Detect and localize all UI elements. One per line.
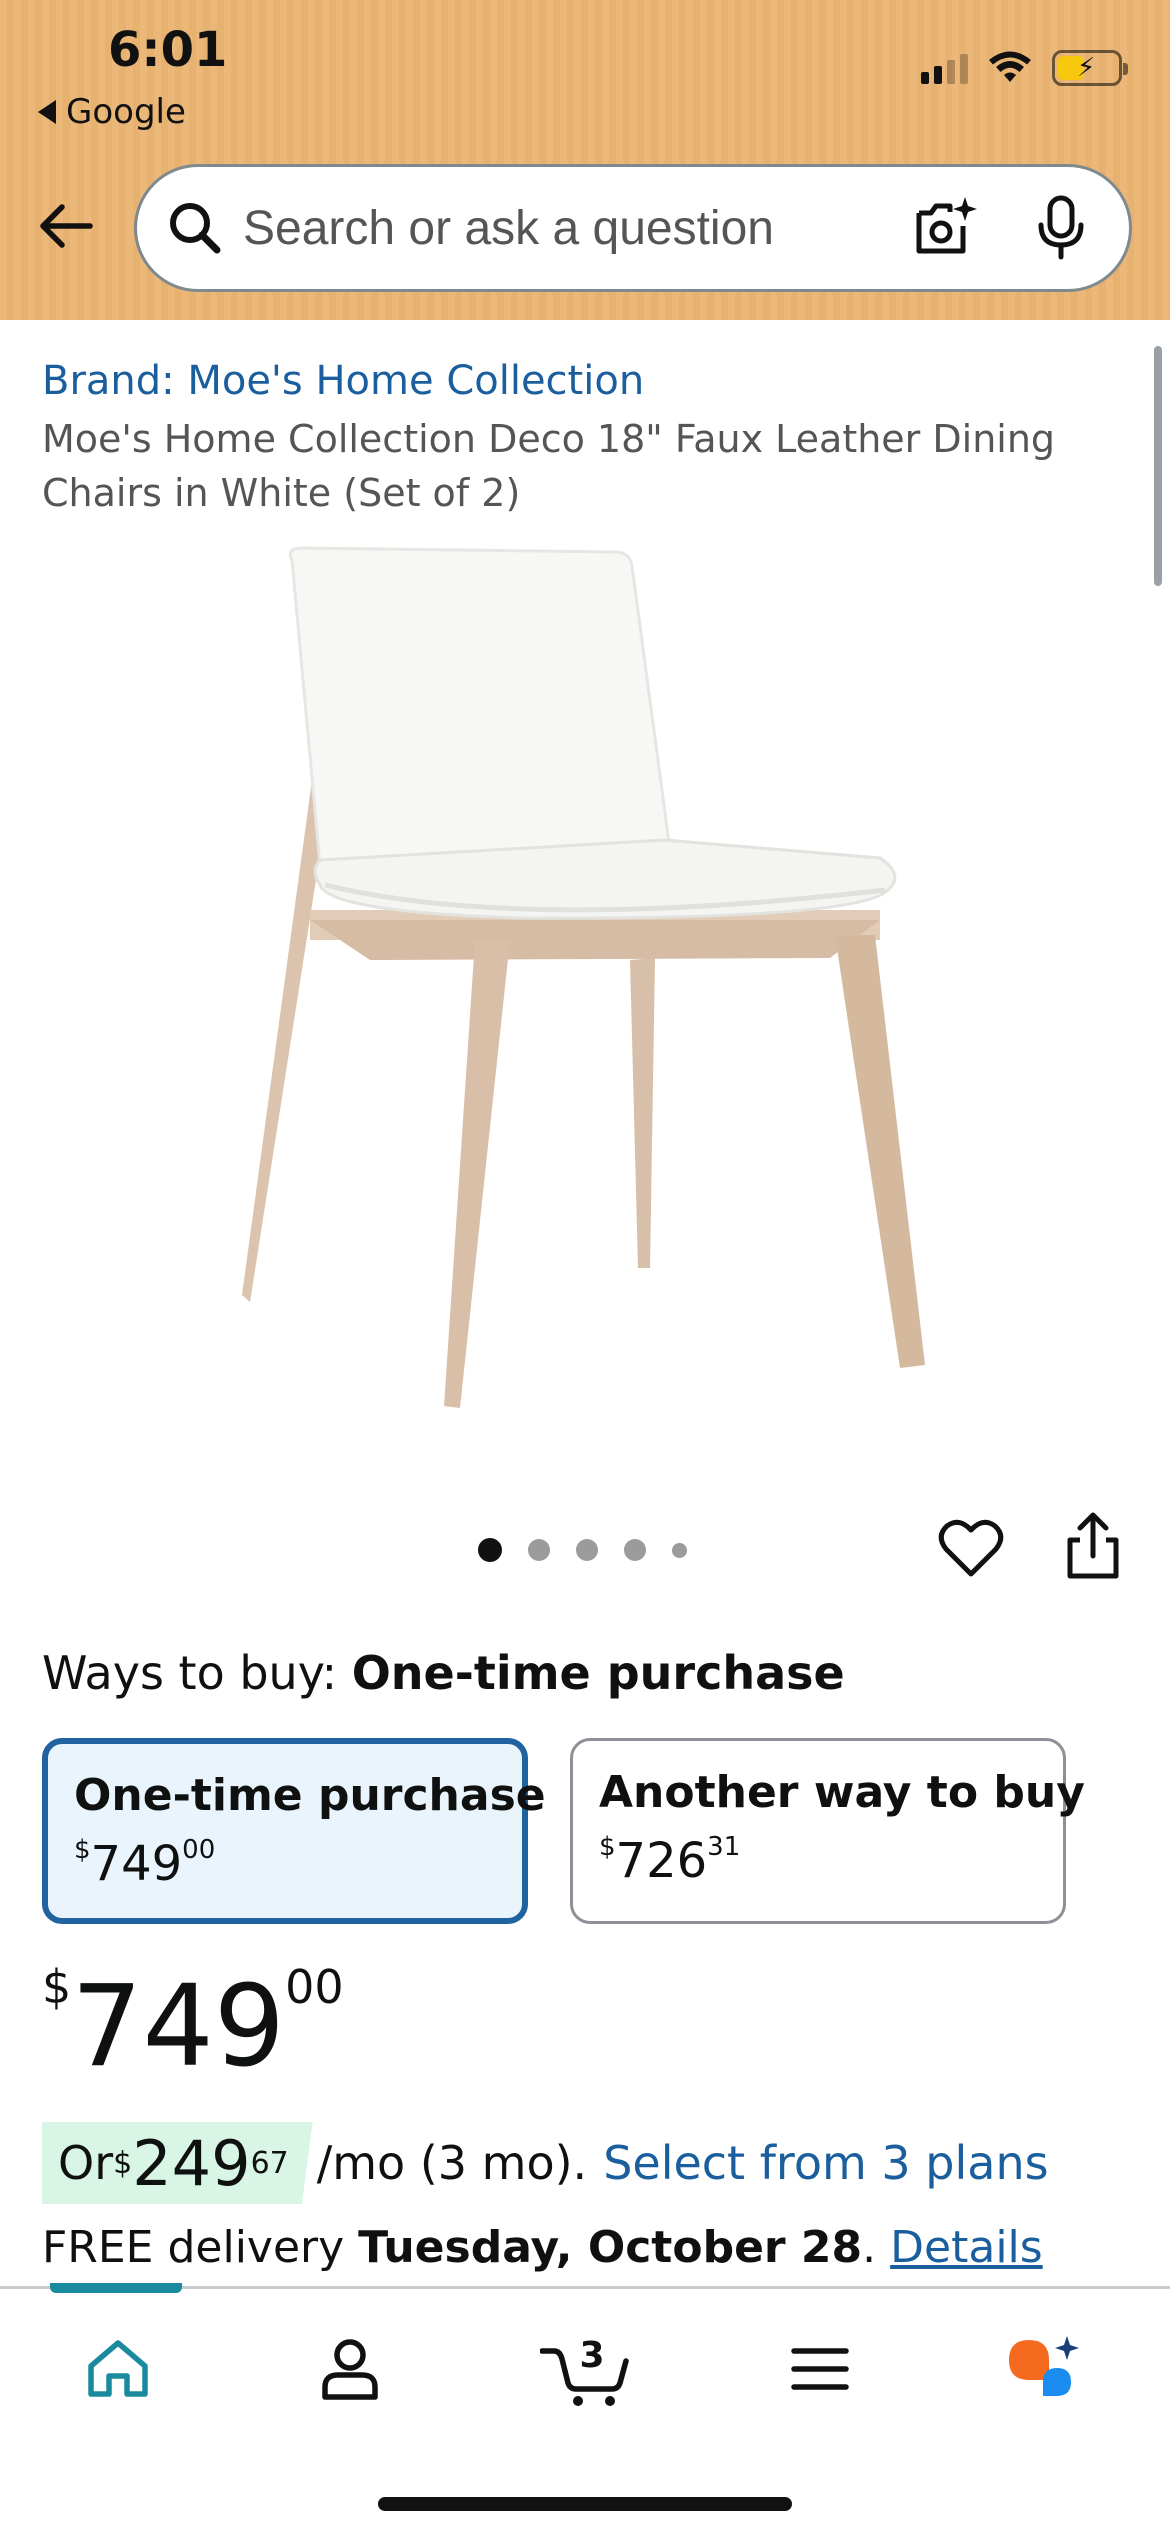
carousel-dot[interactable] xyxy=(576,1539,598,1561)
select-plans-link[interactable]: Select from 3 plans xyxy=(603,2136,1048,2190)
carousel-dot[interactable] xyxy=(528,1539,550,1561)
heart-icon[interactable] xyxy=(938,1516,1004,1582)
back-app-label: Google xyxy=(66,92,186,132)
battery-icon: ⚡ xyxy=(1052,50,1128,86)
home-indicator xyxy=(378,2497,792,2511)
header: 6:01 Google ⚡ xyxy=(0,0,1170,320)
home-icon xyxy=(88,2340,148,2397)
option-label: Another way to buy xyxy=(599,1767,1085,1818)
delivery-info: FREE delivery Tuesday, October 28. Detai… xyxy=(42,2222,1043,2273)
carousel-dot[interactable] xyxy=(478,1538,502,1562)
bottom-nav: 3 xyxy=(0,2283,1170,2532)
installment-offer: Or $249 67 /mo (3 mo). Select from 3 plan… xyxy=(42,2122,1049,2204)
back-triangle-icon xyxy=(38,100,56,124)
installment-price-badge: Or $249 67 xyxy=(42,2122,313,2204)
active-tab-indicator xyxy=(50,2283,182,2293)
carousel-dot[interactable] xyxy=(672,1542,687,1558)
back-to-app-link[interactable]: Google xyxy=(38,92,186,132)
nav-menu[interactable] xyxy=(780,2329,860,2409)
nav-rufus[interactable] xyxy=(1005,2329,1085,2409)
scrollbar[interactable] xyxy=(1154,346,1162,586)
share-icon[interactable] xyxy=(1062,1512,1124,1582)
one-time-purchase-option[interactable]: One-time purchase $74900 xyxy=(42,1738,546,1924)
account-icon xyxy=(322,2339,378,2400)
image-carousel-dots[interactable] xyxy=(478,1538,687,1562)
option-price: $74900 xyxy=(74,1835,216,1892)
microphone-icon[interactable] xyxy=(1033,195,1089,261)
camera-search-icon[interactable] xyxy=(913,195,979,261)
status-indicators: ⚡ xyxy=(921,50,1128,86)
installment-term: /mo (3 mo). xyxy=(316,2136,588,2190)
product-image-chair[interactable] xyxy=(220,540,940,1440)
another-way-to-buy-option[interactable]: Another way to buy $72631 xyxy=(570,1738,1085,1924)
option-price: $72631 xyxy=(599,1832,741,1889)
option-label: One-time purchase xyxy=(74,1770,546,1821)
back-arrow-icon[interactable] xyxy=(36,196,96,256)
product-title: Moe's Home Collection Deco 18" Faux Leat… xyxy=(42,417,1056,515)
rufus-ai-icon xyxy=(1009,2336,1079,2396)
product-price: $74900 xyxy=(42,1960,344,2092)
brand-link[interactable]: Brand: Moe's Home Collection xyxy=(42,358,644,404)
delivery-details-link[interactable]: Details xyxy=(890,2222,1043,2273)
delivery-date: Tuesday, October 28 xyxy=(358,2222,863,2273)
search-bar[interactable] xyxy=(134,164,1132,292)
search-icon xyxy=(170,203,221,254)
wifi-icon xyxy=(989,51,1031,82)
search-input[interactable] xyxy=(243,200,913,256)
cellular-signal-icon xyxy=(921,52,968,84)
ways-to-buy-selected: One-time purchase xyxy=(351,1646,845,1700)
ways-to-buy-heading: Ways to buy: One-time purchase xyxy=(42,1646,845,1700)
nav-cart[interactable]: 3 xyxy=(540,2329,630,2409)
carousel-dot[interactable] xyxy=(624,1539,646,1561)
status-time: 6:01 xyxy=(108,22,228,78)
nav-account[interactable] xyxy=(310,2329,390,2409)
nav-home[interactable] xyxy=(78,2329,158,2409)
cart-count: 3 xyxy=(579,2335,604,2376)
menu-icon xyxy=(791,2348,849,2390)
ways-to-buy-label: Ways to buy: xyxy=(42,1646,352,1700)
cart-icon: 3 xyxy=(540,2335,629,2406)
